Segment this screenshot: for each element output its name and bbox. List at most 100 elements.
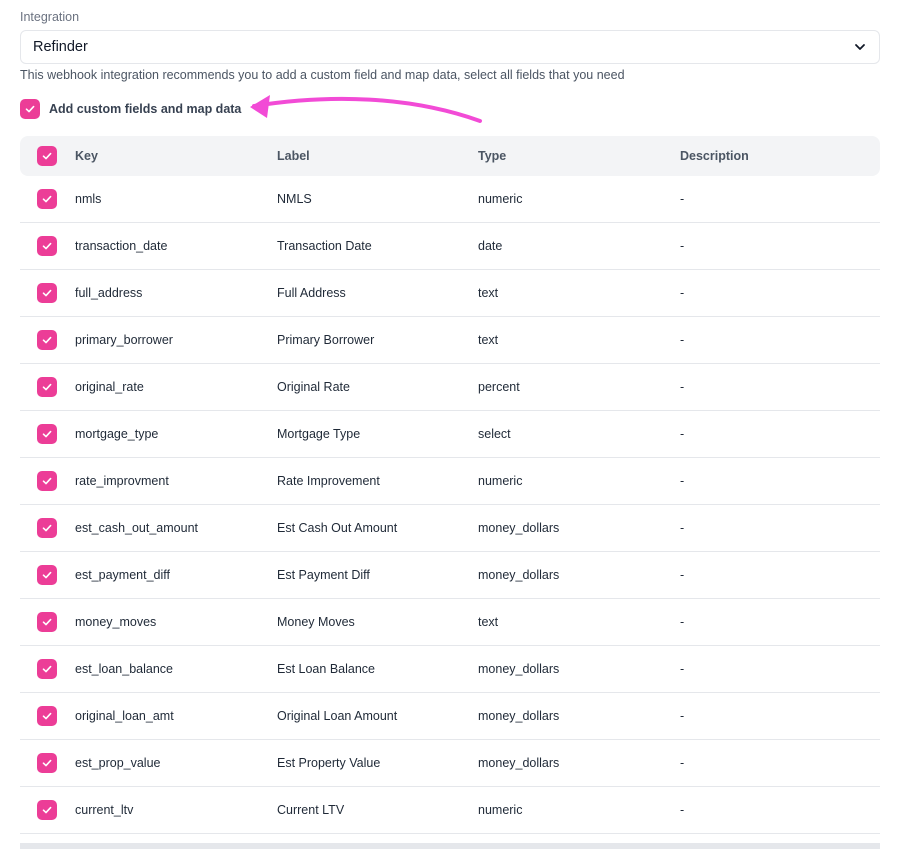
helper-text: This webhook integration recommends you … xyxy=(20,68,625,82)
cell-type: numeric xyxy=(478,803,523,817)
cell-label: Rate Improvement xyxy=(277,474,380,488)
check-icon xyxy=(42,477,52,485)
check-icon xyxy=(42,152,52,160)
cell-label: Full Address xyxy=(277,286,346,300)
cell-description: - xyxy=(680,192,685,206)
cell-key: est_prop_value xyxy=(75,756,161,770)
row-checkbox[interactable] xyxy=(37,377,57,397)
row-checkbox[interactable] xyxy=(37,565,57,585)
check-icon xyxy=(42,242,52,250)
cell-description: - xyxy=(680,615,685,629)
cell-type: numeric xyxy=(478,192,523,206)
table-row[interactable]: original_rate Original Rate percent - xyxy=(20,364,880,411)
table-row[interactable]: est_prop_value Est Property Value money_do… xyxy=(20,740,880,787)
table-row[interactable]: rate_improvment Rate Improvement numeric - xyxy=(20,458,880,505)
cell-key: original_loan_amt xyxy=(75,709,174,723)
row-checkbox[interactable] xyxy=(37,283,57,303)
table-row[interactable]: full_address Full Address text - xyxy=(20,270,880,317)
table-header: Key Label Type Description xyxy=(20,136,880,176)
cell-key: money_moves xyxy=(75,615,157,629)
row-checkbox[interactable] xyxy=(37,330,57,350)
header-type: Type xyxy=(478,149,507,163)
row-checkbox[interactable] xyxy=(37,800,57,820)
row-checkbox[interactable] xyxy=(37,706,57,726)
table-row[interactable]: est_loan_balance Est Loan Balance money_do… xyxy=(20,646,880,693)
table-row[interactable]: nmls NMLS numeric - xyxy=(20,176,880,223)
cell-key: rate_improvment xyxy=(75,474,169,488)
check-icon xyxy=(42,336,52,344)
cell-type: text xyxy=(478,333,499,347)
cell-key: full_address xyxy=(75,286,143,300)
cell-description: - xyxy=(680,756,685,770)
cell-key: est_cash_out_amount xyxy=(75,521,199,535)
table-row[interactable]: money_moves Money Moves text - xyxy=(20,599,880,646)
table-body: nmls NMLS numeric - transaction_date Transact… xyxy=(20,176,880,834)
table-row[interactable]: primary_borrower Primary Borrower text - xyxy=(20,317,880,364)
row-checkbox[interactable] xyxy=(37,189,57,209)
check-icon xyxy=(42,524,52,532)
check-icon xyxy=(42,430,52,438)
header-description: Description xyxy=(680,149,749,163)
cell-label: Primary Borrower xyxy=(277,333,375,347)
header-label: Label xyxy=(277,149,310,163)
custom-fields-checkbox[interactable] xyxy=(20,99,40,119)
row-checkbox[interactable] xyxy=(37,518,57,538)
cell-label: Transaction Date xyxy=(277,239,372,253)
integration-select[interactable]: Refinder xyxy=(20,30,880,64)
table-row[interactable]: est_payment_diff Est Payment Diff money_do… xyxy=(20,552,880,599)
cell-type: money_dollars xyxy=(478,756,560,770)
cell-description: - xyxy=(680,521,685,535)
cell-description: - xyxy=(680,239,685,253)
cell-description: - xyxy=(680,427,685,441)
select-all-checkbox[interactable] xyxy=(37,146,57,166)
check-icon xyxy=(42,618,52,626)
cell-type: money_dollars xyxy=(478,709,560,723)
cell-label: Original Loan Amount xyxy=(277,709,398,723)
table-row[interactable]: transaction_date Transaction Date date - xyxy=(20,223,880,270)
cell-type: money_dollars xyxy=(478,662,560,676)
check-icon xyxy=(42,289,52,297)
cell-description: - xyxy=(680,709,685,723)
check-icon xyxy=(25,105,35,113)
table-row[interactable]: original_loan_amt Original Loan Amount mon… xyxy=(20,693,880,740)
cell-label: Est Payment Diff xyxy=(277,568,370,582)
bottom-divider xyxy=(20,843,880,849)
integration-select-value: Refinder xyxy=(33,39,88,55)
cell-key: original_rate xyxy=(75,380,144,394)
cell-description: - xyxy=(680,286,685,300)
row-checkbox[interactable] xyxy=(37,753,57,773)
custom-fields-label: Add custom fields and map data xyxy=(49,102,242,116)
cell-key: est_payment_diff xyxy=(75,568,170,582)
row-checkbox[interactable] xyxy=(37,659,57,679)
chevron-down-icon xyxy=(853,40,867,54)
cell-type: percent xyxy=(478,380,520,394)
cell-description: - xyxy=(680,803,685,817)
table-row[interactable]: mortgage_type Mortgage Type select - xyxy=(20,411,880,458)
cell-label: Money Moves xyxy=(277,615,355,629)
cell-type: select xyxy=(478,427,511,441)
check-icon xyxy=(42,806,52,814)
row-checkbox[interactable] xyxy=(37,424,57,444)
cell-label: NMLS xyxy=(277,192,312,206)
row-checkbox[interactable] xyxy=(37,471,57,491)
check-icon xyxy=(42,665,52,673)
cell-description: - xyxy=(680,380,685,394)
cell-type: numeric xyxy=(478,474,523,488)
header-key: Key xyxy=(75,149,98,163)
table-row[interactable]: current_ltv Current LTV numeric - xyxy=(20,787,880,834)
cell-key: mortgage_type xyxy=(75,427,159,441)
cell-label: Est Cash Out Amount xyxy=(277,521,398,535)
check-icon xyxy=(42,759,52,767)
row-checkbox[interactable] xyxy=(37,236,57,256)
cell-label: Mortgage Type xyxy=(277,427,361,441)
table-row[interactable]: est_cash_out_amount Est Cash Out Amount mo… xyxy=(20,505,880,552)
cell-type: date xyxy=(478,239,503,253)
custom-fields-option[interactable]: Add custom fields and map data xyxy=(20,99,241,119)
cell-key: primary_borrower xyxy=(75,333,173,347)
cell-description: - xyxy=(680,333,685,347)
check-icon xyxy=(42,712,52,720)
cell-key: transaction_date xyxy=(75,239,168,253)
row-checkbox[interactable] xyxy=(37,612,57,632)
cell-description: - xyxy=(680,662,685,676)
cell-label: Current LTV xyxy=(277,803,345,817)
